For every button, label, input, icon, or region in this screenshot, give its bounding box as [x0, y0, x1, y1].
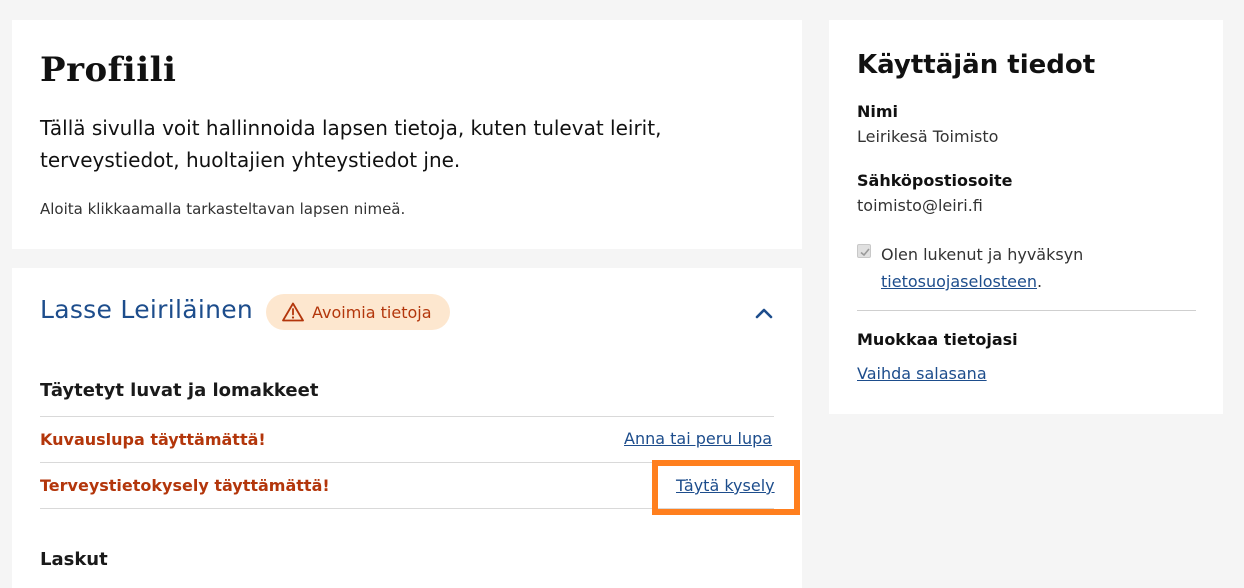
edit-info-label: Muokkaa tietojasi	[857, 330, 1018, 349]
check-icon	[860, 248, 870, 257]
privacy-policy-link[interactable]: tietosuojaselosteen	[881, 272, 1037, 291]
chevron-up-icon[interactable]	[752, 302, 776, 326]
invoices-heading: Laskut	[40, 549, 108, 570]
highlight-box	[652, 460, 800, 515]
email-value: toimisto@leiri.fi	[857, 196, 983, 215]
photo-consent-link[interactable]: Anna tai peru lupa	[624, 429, 772, 448]
intro-description: Tällä sivulla voit hallinnoida lapsen ti…	[40, 116, 662, 172]
privacy-consent-checkbox[interactable]	[857, 244, 871, 258]
badge-label: Avoimia tietoja	[312, 302, 432, 322]
user-info-title: Käyttäjän tiedot	[857, 50, 1096, 80]
user-info-card: Käyttäjän tiedot Nimi Leirikesä Toimisto…	[829, 20, 1223, 414]
form-status-photo: Kuvauslupa täyttämättä!	[40, 430, 266, 449]
child-card: Lasse Leiriläinen Avoimia tietoja Täytet…	[12, 268, 802, 588]
child-name-toggle[interactable]: Lasse Leiriläinen	[40, 295, 253, 324]
page-title: Profiili	[40, 50, 177, 90]
open-info-badge: Avoimia tietoja	[266, 294, 450, 330]
change-password-link[interactable]: Vaihda salasana	[857, 364, 987, 383]
name-label: Nimi	[857, 102, 899, 121]
consent-suffix: .	[1037, 272, 1043, 291]
consent-text: Olen lukenut ja hyväksyn	[881, 245, 1084, 264]
email-label: Sähköpostiosoite	[857, 171, 1013, 190]
intro-card: Profiili Tällä sivulla voit hallinnoida …	[12, 20, 802, 249]
warning-triangle-icon	[282, 302, 304, 322]
intro-hint: Aloita klikkaamalla tarkasteltavan lapse…	[40, 200, 406, 218]
forms-divider	[40, 416, 774, 417]
name-value: Leirikesä Toimisto	[857, 127, 999, 146]
user-divider	[857, 310, 1196, 311]
forms-heading: Täytetyt luvat ja lomakkeet	[40, 380, 319, 401]
form-status-health: Terveystietokysely täyttämättä!	[40, 476, 330, 495]
